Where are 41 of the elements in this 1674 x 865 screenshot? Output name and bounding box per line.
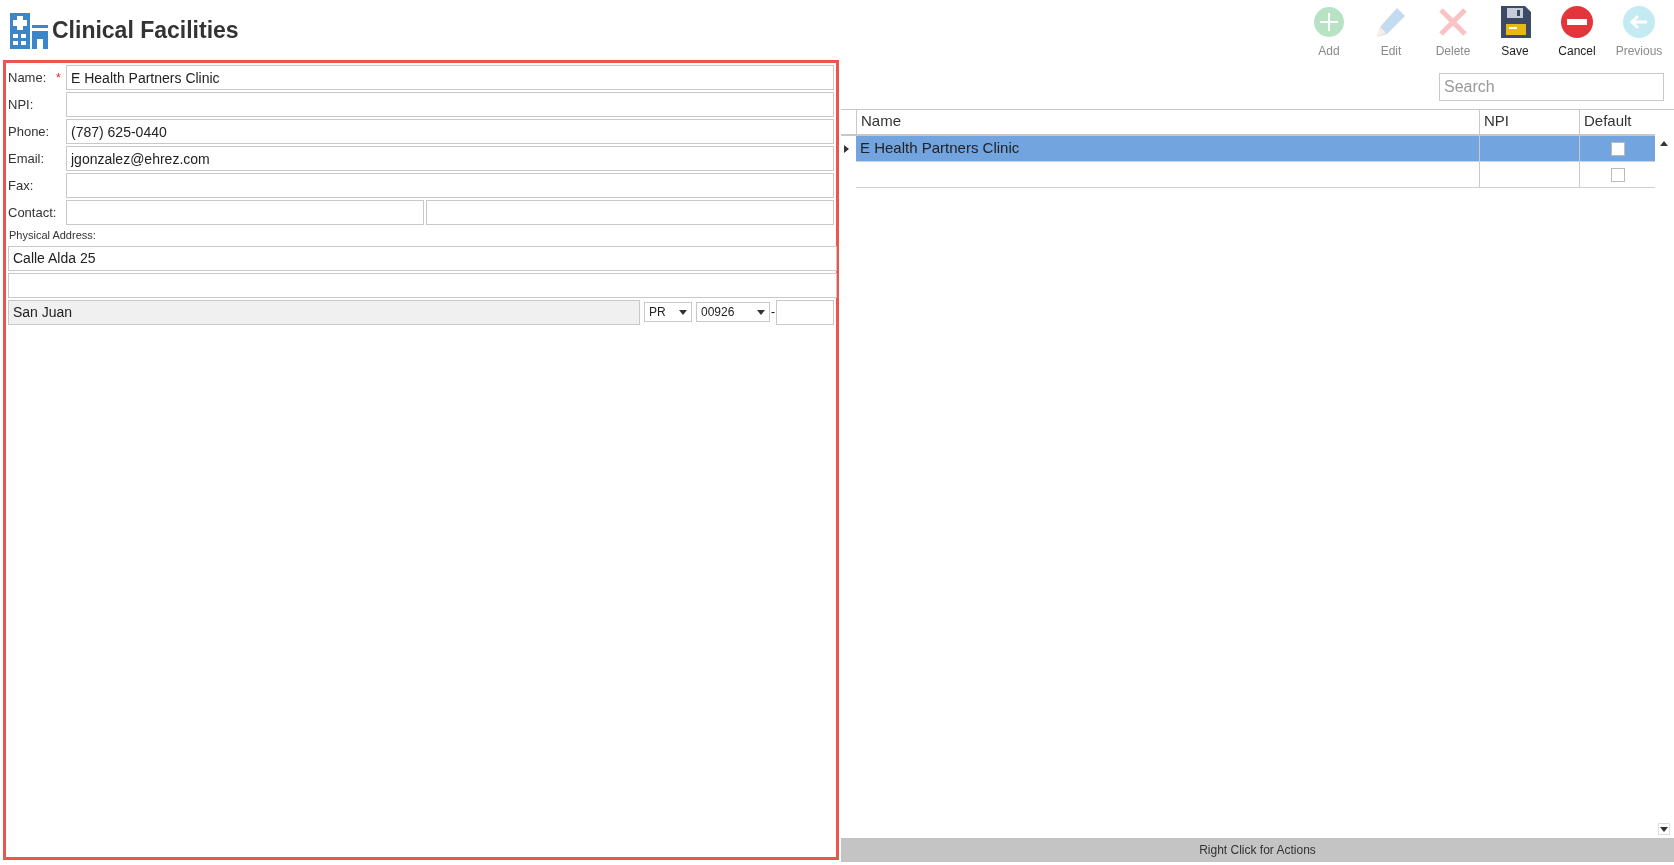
page-title: Clinical Facilities <box>52 15 239 45</box>
column-header[interactable]: Name <box>856 110 1479 134</box>
search-field[interactable]: Search <box>1439 73 1664 101</box>
dropdown-caret-icon <box>679 309 687 315</box>
text-field[interactable] <box>426 200 834 225</box>
city-field[interactable]: San Juan <box>8 299 640 325</box>
zip-separator: - <box>771 304 775 321</box>
cancel-button[interactable]: Cancel <box>1546 6 1608 60</box>
text-field[interactable]: jgonzalez@ehrez.com <box>66 146 834 171</box>
zip-extension-field[interactable] <box>776 299 834 325</box>
text-field[interactable] <box>66 92 834 117</box>
column-header[interactable]: NPI <box>1479 110 1579 134</box>
pencil-icon <box>1375 6 1407 38</box>
checkbox[interactable] <box>1610 141 1625 156</box>
save-button[interactable]: Save <box>1484 6 1546 60</box>
state-dropdown[interactable]: PR <box>644 302 692 322</box>
dropdown-caret-icon <box>757 309 765 315</box>
address-field[interactable] <box>8 272 837 298</box>
required-mark: * <box>56 69 62 87</box>
zip-dropdown[interactable]: 00926 <box>696 302 770 322</box>
text-field[interactable]: (787) 625-0440 <box>66 119 834 144</box>
text-field[interactable] <box>66 173 834 198</box>
column-header[interactable]: Default <box>1579 110 1655 134</box>
plus-circle-icon <box>1313 6 1345 38</box>
section-label: Physical Address: <box>8 228 97 243</box>
checkbox[interactable] <box>1610 167 1625 182</box>
minus-circle-icon <box>1561 6 1593 38</box>
field-label: Phone: <box>8 123 51 140</box>
status-bar: Right Click for Actions <box>841 838 1674 862</box>
field-label: Fax: <box>8 177 35 194</box>
scroll-down-icon[interactable] <box>1658 823 1670 835</box>
field-label: Email: <box>8 150 46 167</box>
text-field[interactable]: E Health Partners Clinic <box>66 65 834 90</box>
cross-icon <box>1437 6 1469 38</box>
field-label: Name: <box>8 69 48 86</box>
text-field[interactable] <box>66 200 424 225</box>
field-label: Contact: <box>8 204 54 221</box>
address-field[interactable]: Calle Alda 25 <box>8 245 837 271</box>
left-arrow-circle-icon <box>1623 6 1655 38</box>
table-cell-text: E Health Partners Clinic <box>859 138 1021 159</box>
field-label: NPI: <box>8 96 35 113</box>
